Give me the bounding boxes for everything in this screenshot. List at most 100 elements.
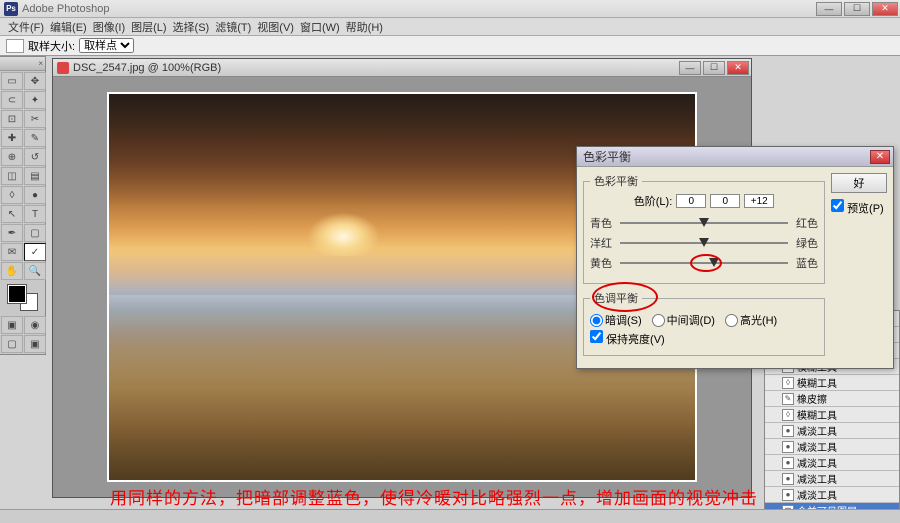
quickmask-mode[interactable]: ◉	[24, 316, 46, 334]
menu-filter[interactable]: 滤镜(T)	[215, 19, 251, 35]
canvas-maximize[interactable]: ☐	[703, 61, 725, 75]
history-item[interactable]: ●减淡工具	[765, 423, 899, 439]
maximize-button[interactable]: ☐	[844, 2, 870, 16]
shape-tool[interactable]: ▢	[24, 224, 46, 242]
menu-layer[interactable]: 图层(L)	[131, 19, 166, 35]
color-swatches[interactable]	[8, 285, 38, 311]
history-step-label: 减淡工具	[797, 423, 837, 438]
visibility-icon[interactable]	[767, 377, 779, 389]
gradient-tool[interactable]: ▤	[24, 167, 46, 185]
foreground-color[interactable]	[8, 285, 26, 303]
screen-mode-2[interactable]: ▣	[24, 335, 46, 353]
slice-tool[interactable]: ✂	[24, 110, 46, 128]
visibility-icon[interactable]	[767, 393, 779, 405]
ok-button[interactable]: 好	[831, 173, 887, 193]
sample-size-select[interactable]: 取样点	[79, 38, 134, 53]
yellow-blue-slider[interactable]	[620, 256, 788, 270]
type-tool[interactable]: T	[24, 205, 46, 223]
history-step-icon: ●	[782, 425, 794, 437]
preserve-luminosity-check[interactable]: 保持亮度(V)	[590, 330, 665, 347]
crop-tool[interactable]: ⊡	[1, 110, 23, 128]
history-step-icon: ●	[782, 489, 794, 501]
dialog-close-button[interactable]: ✕	[870, 150, 890, 164]
history-item[interactable]: ●减淡工具	[765, 455, 899, 471]
slider-thumb-2[interactable]	[699, 238, 709, 247]
level-3-input[interactable]	[744, 194, 774, 208]
slider-thumb-1[interactable]	[699, 218, 709, 227]
annotation-text: 用同样的方法，把暗部调整蓝色，使得冷暖对比略强烈一点，增加画面的视觉冲击	[110, 484, 758, 509]
menu-view[interactable]: 视图(V)	[257, 19, 294, 35]
history-step-label: 减淡工具	[797, 455, 837, 470]
toolbox-header[interactable]: ×	[0, 57, 45, 71]
close-button[interactable]: ✕	[872, 2, 898, 16]
group1-legend: 色彩平衡	[590, 173, 642, 189]
marquee-tool[interactable]: ▭	[1, 72, 23, 90]
visibility-icon[interactable]	[767, 473, 779, 485]
red-label: 红色	[792, 215, 818, 231]
sample-size-label: 取样大小:	[28, 38, 75, 54]
document-icon	[57, 62, 69, 74]
magenta-label: 洋红	[590, 235, 616, 251]
visibility-icon[interactable]	[767, 441, 779, 453]
history-item[interactable]: ◊模糊工具	[765, 407, 899, 423]
color-balance-group: 色彩平衡 色阶(L): 青色 红色 洋红 绿色	[583, 173, 825, 284]
history-step-icon: ◊	[782, 377, 794, 389]
level-2-input[interactable]	[710, 194, 740, 208]
history-item[interactable]: ✎橡皮擦	[765, 391, 899, 407]
level-1-input[interactable]	[676, 194, 706, 208]
visibility-icon[interactable]	[767, 457, 779, 469]
canvas-titlebar[interactable]: DSC_2547.jpg @ 100%(RGB) — ☐ ✕	[53, 59, 751, 77]
lasso-tool[interactable]: ⊂	[1, 91, 23, 109]
history-item[interactable]: ◊模糊工具	[765, 375, 899, 391]
move-tool[interactable]: ✥	[24, 72, 46, 90]
menu-window[interactable]: 窗口(W)	[300, 19, 340, 35]
brush-tool[interactable]: ✎	[24, 129, 46, 147]
visibility-icon[interactable]	[767, 425, 779, 437]
notes-tool[interactable]: ✉	[1, 243, 23, 261]
cyan-red-slider[interactable]	[620, 216, 788, 230]
menu-help[interactable]: 帮助(H)	[346, 19, 383, 35]
canvas-minimize[interactable]: —	[679, 61, 701, 75]
menu-image[interactable]: 图像(I)	[93, 19, 125, 35]
menu-edit[interactable]: 编辑(E)	[50, 19, 87, 35]
screen-mode-1[interactable]: ▢	[1, 335, 23, 353]
dodge-tool[interactable]: ●	[24, 186, 46, 204]
history-brush-tool[interactable]: ↺	[24, 148, 46, 166]
app-title: Adobe Photoshop	[22, 3, 109, 15]
slider-thumb-3[interactable]	[709, 258, 719, 267]
current-tool-icon[interactable]	[6, 39, 24, 53]
heal-tool[interactable]: ✚	[1, 129, 23, 147]
zoom-tool[interactable]: 🔍	[24, 262, 46, 280]
menu-file[interactable]: 文件(F)	[8, 19, 44, 35]
magenta-green-slider[interactable]	[620, 236, 788, 250]
standard-mode[interactable]: ▣	[1, 316, 23, 334]
history-item[interactable]: ●减淡工具	[765, 487, 899, 503]
eraser-tool[interactable]: ◫	[1, 167, 23, 185]
shadows-radio[interactable]: 暗调(S)	[590, 312, 642, 328]
stamp-tool[interactable]: ⊕	[1, 148, 23, 166]
history-item[interactable]: ●减淡工具	[765, 471, 899, 487]
visibility-icon[interactable]	[767, 489, 779, 501]
history-step-icon: ●	[782, 457, 794, 469]
minimize-button[interactable]: —	[816, 2, 842, 16]
midtones-radio[interactable]: 中间调(D)	[652, 312, 715, 328]
history-step-icon: ✎	[782, 393, 794, 405]
canvas-close[interactable]: ✕	[727, 61, 749, 75]
preview-check[interactable]: 预览(P)	[831, 199, 884, 216]
app-icon: Ps	[4, 2, 18, 16]
cyan-label: 青色	[590, 215, 616, 231]
history-step-label: 模糊工具	[797, 407, 837, 422]
path-tool[interactable]: ↖	[1, 205, 23, 223]
highlights-radio[interactable]: 高光(H)	[725, 312, 777, 328]
history-step-icon: ●	[782, 441, 794, 453]
dialog-titlebar[interactable]: 色彩平衡 ✕	[577, 147, 893, 167]
pen-tool[interactable]: ✒	[1, 224, 23, 242]
blur-tool[interactable]: ◊	[1, 186, 23, 204]
levels-label: 色阶(L):	[634, 193, 673, 209]
visibility-icon[interactable]	[767, 409, 779, 421]
menu-select[interactable]: 选择(S)	[173, 19, 210, 35]
eyedropper-tool[interactable]: ✓	[24, 243, 46, 261]
hand-tool[interactable]: ✋	[1, 262, 23, 280]
history-item[interactable]: ●减淡工具	[765, 439, 899, 455]
wand-tool[interactable]: ✦	[24, 91, 46, 109]
